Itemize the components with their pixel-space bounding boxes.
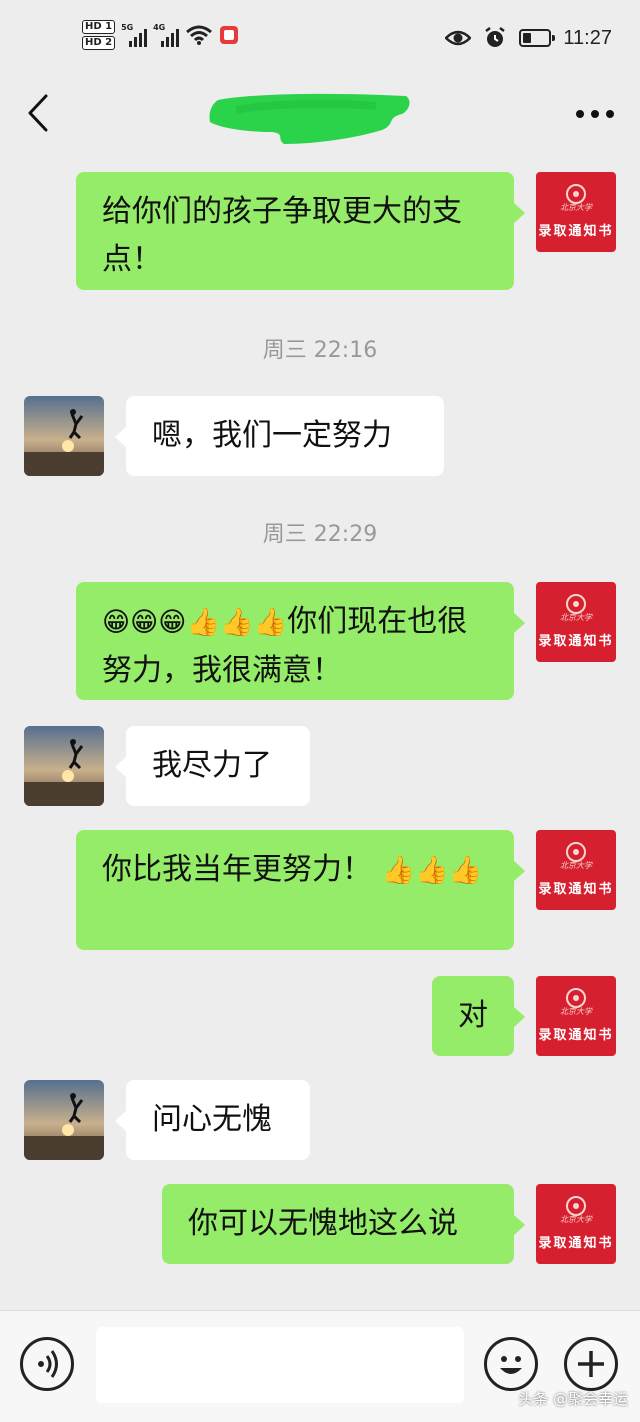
message-bubble-self[interactable]: 你可以无愧地这么说	[162, 1184, 525, 1264]
status-left: HD 1 HD 2 5G 4G	[82, 20, 239, 50]
avatar-title: 录取通知书	[538, 634, 614, 649]
hd1-icon: HD 1	[82, 20, 116, 34]
self-avatar[interactable]: 北京大学 录取通知书	[536, 830, 616, 910]
more-dots-icon	[576, 110, 614, 118]
notification-badge-icon	[220, 26, 239, 44]
avatar-sub-label: 北京大学	[560, 1007, 592, 1016]
battery-icon	[519, 29, 556, 47]
seal-icon	[566, 842, 586, 862]
message-text: 嗯，我们一定努力	[152, 418, 392, 453]
sunset-photo-avatar	[24, 1080, 104, 1160]
avatar-title: 录取通知书	[538, 1028, 614, 1043]
message-bubble-contact[interactable]: 问心无愧	[115, 1080, 310, 1160]
message-text: 你可以无愧地这么说	[188, 1206, 458, 1241]
chat-header	[0, 80, 640, 160]
seal-icon	[566, 1196, 586, 1216]
self-avatar[interactable]: 北京大学 录取通知书	[536, 582, 616, 662]
contact-avatar[interactable]	[24, 1080, 104, 1160]
message-timestamp: 周三 22:16	[262, 338, 378, 363]
contact-avatar[interactable]	[24, 726, 104, 806]
seal-icon	[566, 988, 586, 1008]
battery-level	[523, 33, 531, 43]
self-avatar[interactable]: 北京大学 录取通知书	[536, 1184, 616, 1264]
chevron-left-icon	[28, 94, 48, 132]
avatar-sub-label: 北京大学	[560, 1215, 592, 1224]
redacted-contact-name	[209, 93, 410, 144]
message-timestamp: 周三 22:29	[262, 522, 378, 547]
alarm-icon	[485, 27, 506, 47]
self-avatar[interactable]: 北京大学 录取通知书	[536, 976, 616, 1056]
avatar-title: 录取通知书	[538, 1236, 614, 1251]
message-bubble-self[interactable]: 对	[432, 976, 525, 1056]
eye-icon	[445, 30, 472, 46]
contact-avatar[interactable]	[24, 396, 104, 476]
emoji-button[interactable]	[484, 1337, 538, 1391]
seal-icon	[566, 184, 586, 204]
wifi-icon	[186, 25, 213, 45]
avatar-sub-label: 北京大学	[560, 203, 592, 212]
message-bubble-self[interactable]: 😁😁😁👍👍👍你们现在也很努力，我很满意！	[76, 582, 525, 700]
message-text: 问心无愧	[152, 1102, 272, 1137]
signal-4g-icon: 4G	[153, 23, 180, 47]
avatar-sub-label: 北京大学	[560, 613, 592, 622]
message-text: 你比我当年更努力！	[102, 852, 372, 887]
message-bubble-self[interactable]: 给你们的孩子争取更大的支点！	[76, 172, 525, 290]
self-avatar[interactable]: 北京大学 录取通知书	[536, 172, 616, 252]
message-emoji: 👍👍👍	[381, 855, 483, 886]
voice-icon	[38, 1350, 58, 1378]
status-bar: HD 1 HD 2 5G 4G 11:27	[0, 0, 640, 80]
status-right: 11:27	[445, 26, 612, 50]
status-time: 11:27	[563, 26, 612, 49]
more-button[interactable]	[572, 94, 618, 134]
message-text: 我尽力了	[152, 748, 272, 783]
avatar-sub-label: 北京大学	[560, 861, 592, 870]
message-input[interactable]	[96, 1327, 464, 1403]
message-bubble-contact[interactable]: 我尽力了	[115, 726, 310, 806]
signal-5g-icon: 5G	[121, 23, 148, 47]
watermark: 头条 @聚会幸运	[518, 1390, 628, 1408]
plus-icon	[578, 1351, 604, 1377]
message-bubble-self[interactable]: 你比我当年更努力！ 👍👍👍	[76, 830, 525, 950]
chat-screen: HD 1 HD 2 5G 4G 11:27 北京大学 录取通知书 给你们的孩子争…	[0, 0, 640, 1422]
hd2-icon: HD 2	[82, 36, 116, 50]
avatar-title: 录取通知书	[538, 224, 614, 239]
message-bubble-contact[interactable]: 嗯，我们一定努力	[115, 396, 444, 476]
plus-button[interactable]	[564, 1337, 618, 1391]
seal-icon	[566, 594, 586, 614]
sunset-photo-avatar	[24, 726, 104, 806]
sunset-photo-avatar	[24, 396, 104, 476]
message-list[interactable]: 北京大学 录取通知书 给你们的孩子争取更大的支点！ 周三 22:16 嗯，我们一…	[0, 160, 640, 1310]
avatar-title: 录取通知书	[538, 882, 614, 897]
message-text: 给你们的孩子争取更大的支点！	[102, 194, 462, 277]
message-emoji: 😁😁😁👍👍👍	[102, 607, 288, 638]
message-text: 对	[458, 998, 488, 1033]
voice-button[interactable]	[20, 1337, 74, 1391]
emoji-smile-icon	[500, 1356, 522, 1374]
hd-indicators: HD 1 HD 2	[82, 20, 116, 50]
back-button[interactable]	[18, 90, 64, 136]
